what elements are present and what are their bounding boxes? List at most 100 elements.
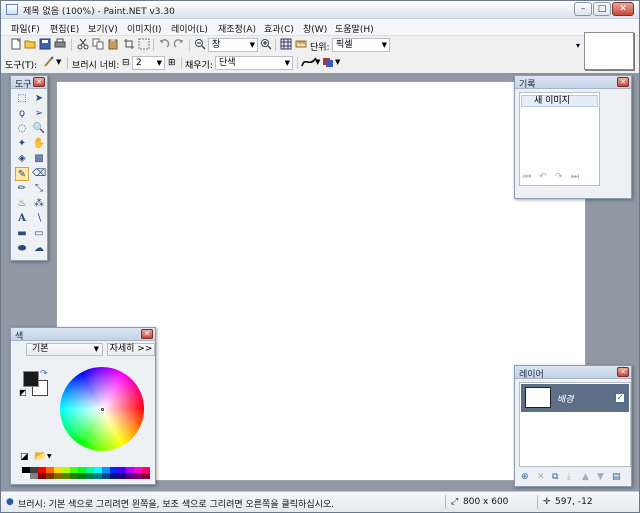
layer-row[interactable]: 배경 ✓ [521, 384, 629, 412]
zoom-combo[interactable]: 창 ▼ [208, 38, 258, 52]
clone-stamp-icon[interactable]: ♨ [15, 197, 29, 211]
cut-icon[interactable] [77, 38, 89, 50]
palette-menu-icon[interactable]: 📂 [34, 451, 46, 462]
zoom-icon[interactable]: 🔍 [32, 122, 46, 136]
menu-file[interactable]: 파일(F) [11, 22, 40, 35]
more-colors-button[interactable]: 자세히 >> [107, 343, 155, 356]
text-tool-icon[interactable]: A [15, 212, 29, 226]
move-selection-icon[interactable]: ➤ [32, 92, 46, 106]
chevron-down-icon[interactable]: ▼ [47, 453, 52, 460]
layers-panel-titlebar[interactable]: 레이어 ✕ [515, 366, 631, 380]
save-icon[interactable] [39, 38, 51, 50]
rectangle-icon[interactable]: ▬ [15, 227, 29, 241]
fast-forward-icon[interactable]: ⏭ [571, 172, 579, 182]
tools-panel-close-button[interactable]: ✕ [33, 77, 45, 87]
merge-layer-icon[interactable]: ⤓ [567, 472, 571, 482]
pencil-icon[interactable]: ✏ [15, 182, 29, 196]
move-layer-up-icon[interactable]: ▲ [582, 472, 589, 482]
history-item[interactable]: 새 이미지 [521, 95, 598, 107]
new-file-icon[interactable] [10, 38, 22, 50]
blend-mode-icon[interactable] [322, 56, 334, 68]
units-combo[interactable]: 픽셀 ▼ [332, 38, 390, 52]
copy-icon[interactable] [92, 38, 104, 50]
menu-effects[interactable]: 효과(C) [264, 22, 294, 35]
chevron-down-icon[interactable]: ▼ [315, 58, 320, 66]
fill-combo[interactable]: 단색 ▼ [215, 56, 293, 70]
move-selected-icon[interactable]: ➢ [32, 107, 46, 121]
pan-icon[interactable]: ✋ [32, 137, 46, 151]
menu-layer[interactable]: 레이어(L) [171, 22, 208, 35]
history-redo-icon[interactable]: ↷ [555, 172, 563, 182]
chevron-down-icon[interactable]: ▼ [56, 58, 61, 66]
colors-panel-titlebar[interactable]: 색 ✕ [11, 328, 155, 342]
paintbrush-icon[interactable] [43, 56, 55, 68]
gradient-icon[interactable]: ▩ [32, 152, 46, 166]
brush-width-decrease-button[interactable]: ⊟ [122, 58, 130, 68]
line-curve-icon[interactable]: ∖ [32, 212, 46, 226]
color-palette[interactable] [22, 467, 154, 480]
palette-swatch[interactable] [62, 473, 70, 479]
ellipse-icon[interactable]: ⬬ [15, 242, 29, 256]
palette-swatch[interactable] [94, 473, 102, 479]
layers-panel-close-button[interactable]: ✕ [617, 367, 629, 377]
primary-color-swatch[interactable] [23, 371, 39, 387]
palette-swatch[interactable] [78, 473, 86, 479]
brush-width-combo[interactable]: 2 ▼ [132, 56, 165, 70]
tools-panel-titlebar[interactable]: 도구 ✕ [11, 76, 47, 90]
history-panel-titlebar[interactable]: 기록 ✕ [515, 76, 631, 90]
grid-icon[interactable] [280, 38, 292, 50]
crop-icon[interactable] [123, 38, 135, 50]
history-panel-close-button[interactable]: ✕ [617, 77, 629, 87]
palette-mode-dropdown[interactable]: 기본 ▼ [26, 343, 103, 356]
palette-swatch[interactable] [70, 473, 78, 479]
palette-colors-icon[interactable]: ◪ [20, 452, 29, 462]
open-folder-icon[interactable] [24, 38, 36, 50]
menu-adjustments[interactable]: 재조정(A) [218, 22, 256, 35]
reset-colors-icon[interactable]: ◩ [19, 388, 27, 397]
eraser-icon[interactable]: ⌫ [32, 167, 46, 181]
layer-visibility-checkbox[interactable]: ✓ [615, 393, 625, 403]
palette-swatch[interactable] [22, 473, 30, 479]
paint-bucket-icon[interactable]: ◈ [15, 152, 29, 166]
zoom-in-icon[interactable] [260, 38, 272, 50]
title-bar[interactable]: 제목 없음 (100%) - Paint.NET v3.30 – □ ✕ [1, 1, 639, 19]
palette-swatch[interactable] [118, 473, 126, 479]
recolor-icon[interactable]: ⁂ [32, 197, 46, 211]
palette-swatch[interactable] [102, 473, 110, 479]
duplicate-layer-icon[interactable]: ⧉ [552, 472, 558, 482]
menu-help[interactable]: 도움말(H) [335, 22, 374, 35]
rectangle-select-icon[interactable]: ⬚ [15, 92, 29, 106]
undo-icon[interactable] [158, 38, 170, 50]
color-picker-icon[interactable]: ⤡ [32, 182, 46, 196]
maximize-button[interactable]: □ [593, 2, 611, 16]
pin-icon[interactable]: ▾ [576, 41, 580, 50]
ellipse-select-icon[interactable]: ◌ [15, 122, 29, 136]
freeform-shape-icon[interactable]: ☁ [32, 242, 46, 256]
minimize-button[interactable]: – [574, 2, 592, 16]
menu-view[interactable]: 보기(V) [88, 22, 118, 35]
menu-window[interactable]: 창(W) [303, 22, 327, 35]
palette-swatch[interactable] [86, 473, 94, 479]
colors-panel-close-button[interactable]: ✕ [141, 329, 153, 339]
palette-swatch[interactable] [126, 473, 134, 479]
palette-swatch[interactable] [142, 473, 150, 479]
chevron-down-icon[interactable]: ▼ [335, 58, 340, 66]
palette-swatch[interactable] [134, 473, 142, 479]
add-layer-icon[interactable]: ⊕ [521, 472, 529, 482]
history-undo-icon[interactable]: ↶ [539, 172, 547, 182]
menu-image[interactable]: 이미지(I) [127, 22, 162, 35]
rounded-rectangle-icon[interactable]: ▭ [32, 227, 46, 241]
lasso-select-icon[interactable]: ϙ [15, 107, 29, 121]
palette-swatch[interactable] [54, 473, 62, 479]
redo-icon[interactable] [173, 38, 185, 50]
deselect-icon[interactable] [138, 38, 150, 50]
palette-swatch[interactable] [38, 473, 46, 479]
swap-colors-icon[interactable]: ↷ [40, 369, 48, 379]
close-button[interactable]: ✕ [612, 2, 634, 16]
layer-properties-icon[interactable]: ▤ [612, 472, 621, 482]
palette-swatch[interactable] [110, 473, 118, 479]
move-layer-down-icon[interactable]: ▼ [597, 472, 604, 482]
palette-swatch[interactable] [46, 473, 54, 479]
zoom-out-icon[interactable] [194, 38, 206, 50]
palette-swatch[interactable] [30, 473, 38, 479]
